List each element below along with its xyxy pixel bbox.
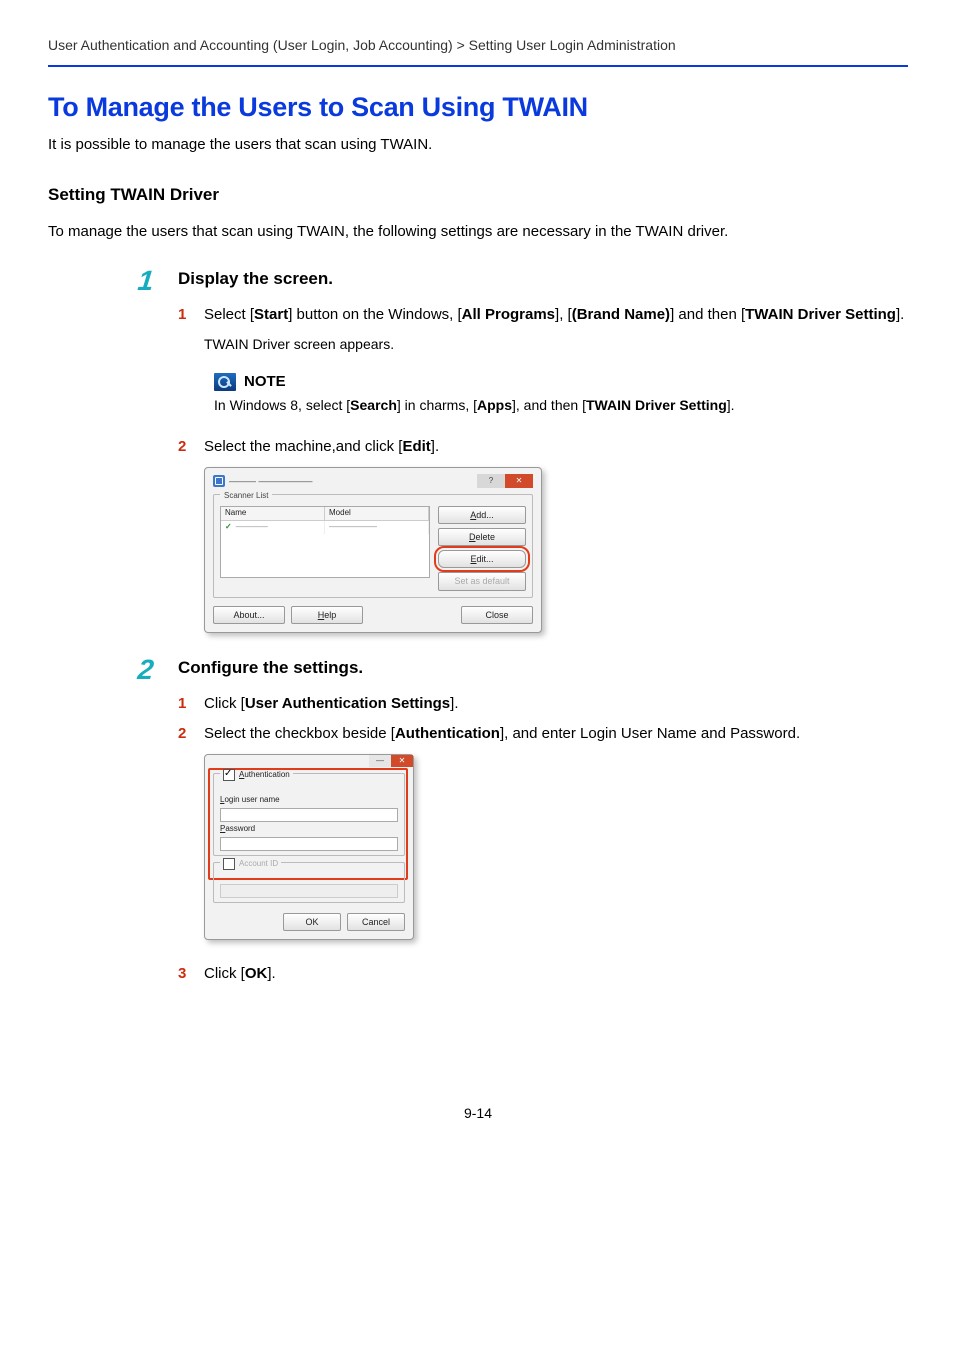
step-2-title: Configure the settings. — [178, 657, 908, 680]
page-content: User Authentication and Accounting (User… — [0, 0, 954, 1163]
step-1-title: Display the screen. — [178, 268, 908, 291]
step-2-substep-1: 1 Click [User Authentication Settings]. — [178, 694, 908, 714]
group-legend: Scanner List — [220, 491, 272, 500]
authentication-checkbox[interactable] — [223, 769, 235, 781]
substep-text: Select [Start] button on the Windows, [A… — [204, 305, 908, 325]
group-legend: Authentication — [220, 770, 293, 779]
check-icon: ✓ — [225, 522, 236, 531]
step-1-number: 1 — [136, 262, 156, 300]
about-button[interactable]: About... — [213, 606, 285, 624]
edit-button[interactable]: Edit... — [438, 550, 526, 568]
ok-button[interactable]: OK — [283, 913, 341, 931]
cancel-button[interactable]: Cancel — [347, 913, 405, 931]
login-user-label: Login user name — [220, 795, 398, 806]
scanner-list-group: Scanner List Name Model ✓———— —————— — [213, 494, 533, 597]
breadcrumb: User Authentication and Accounting (User… — [48, 30, 908, 67]
step-2: 2 Configure the settings. 1 Click [User … — [178, 657, 908, 984]
page-title: To Manage the Users to Scan Using TWAIN — [48, 89, 908, 125]
step-2-substep-2: 2 Select the checkbox beside [Authentica… — [178, 724, 908, 744]
group-legend: Account ID — [220, 859, 281, 868]
account-id-group: Account ID — [213, 862, 405, 903]
intro-paragraph: It is possible to manage the users that … — [48, 135, 908, 155]
password-input[interactable] — [220, 837, 398, 851]
substep-number: 2 — [178, 437, 186, 457]
dialog-titlebar: ——— —————— ? ✕ — [213, 474, 533, 488]
dialog-titlebar: — ✕ — [205, 755, 413, 767]
close-button[interactable]: ✕ — [505, 474, 533, 488]
magnifier-icon — [214, 373, 236, 391]
help-button[interactable]: ? — [477, 474, 505, 488]
step-1: 1 Display the screen. 1 Select [Start] b… — [178, 268, 908, 633]
column-name: Name — [221, 507, 325, 520]
help-button[interactable]: Help — [291, 606, 363, 624]
account-id-checkbox[interactable] — [223, 858, 235, 870]
password-label: Password — [220, 824, 398, 835]
app-icon — [213, 475, 225, 487]
note-label: NOTE — [244, 372, 286, 392]
page-number: 9-14 — [48, 1104, 908, 1123]
substep-number: 2 — [178, 724, 186, 744]
step-1-substep-1: 1 Select [Start] button on the Windows, … — [178, 305, 908, 325]
set-default-button[interactable]: Set as default — [438, 572, 526, 590]
substep-text: Select the machine,and click [Edit]. — [204, 437, 908, 457]
dialog-title: ——— —————— — [229, 475, 313, 487]
step-2-substep-3: 3 Click [OK]. — [178, 964, 908, 984]
scanner-list[interactable]: Name Model ✓———— —————— — [220, 506, 430, 578]
auth-settings-dialog: — ✕ Authentication Login user name Passw… — [204, 754, 908, 940]
list-row[interactable]: ✓———— —————— — [221, 521, 429, 534]
note-box: NOTE In Windows 8, select [Search] in ch… — [204, 364, 908, 423]
section-intro: To manage the users that scan using TWAI… — [48, 222, 908, 242]
substep-number: 1 — [178, 305, 186, 325]
minimize-button[interactable]: — — [369, 755, 391, 767]
substep-text: Select the checkbox beside [Authenticati… — [204, 724, 908, 744]
login-user-input[interactable] — [220, 808, 398, 822]
account-id-input — [220, 884, 398, 898]
column-model: Model — [325, 507, 429, 520]
step-2-number: 2 — [136, 651, 156, 689]
substep-text: Click [User Authentication Settings]. — [204, 694, 908, 714]
twain-driver-dialog: ——— —————— ? ✕ Scanner List Name — [204, 467, 908, 633]
note-heading: NOTE — [214, 372, 898, 392]
procedure: 1 Display the screen. 1 Select [Start] b… — [178, 268, 908, 984]
substep-number: 3 — [178, 964, 186, 984]
close-button[interactable]: ✕ — [391, 755, 413, 767]
substep-text: Click [OK]. — [204, 964, 908, 984]
note-text: In Windows 8, select [Search] in charms,… — [214, 396, 898, 415]
authentication-group: Authentication Login user name Password — [213, 773, 405, 855]
substep-number: 1 — [178, 694, 186, 714]
delete-button[interactable]: Delete — [438, 528, 526, 546]
section-heading: Setting TWAIN Driver — [48, 184, 908, 207]
close-button[interactable]: Close — [461, 606, 533, 624]
step-1-substep-2: 2 Select the machine,and click [Edit]. — [178, 437, 908, 457]
step-1-followup: TWAIN Driver screen appears. — [204, 335, 908, 354]
add-button[interactable]: Add... — [438, 506, 526, 524]
